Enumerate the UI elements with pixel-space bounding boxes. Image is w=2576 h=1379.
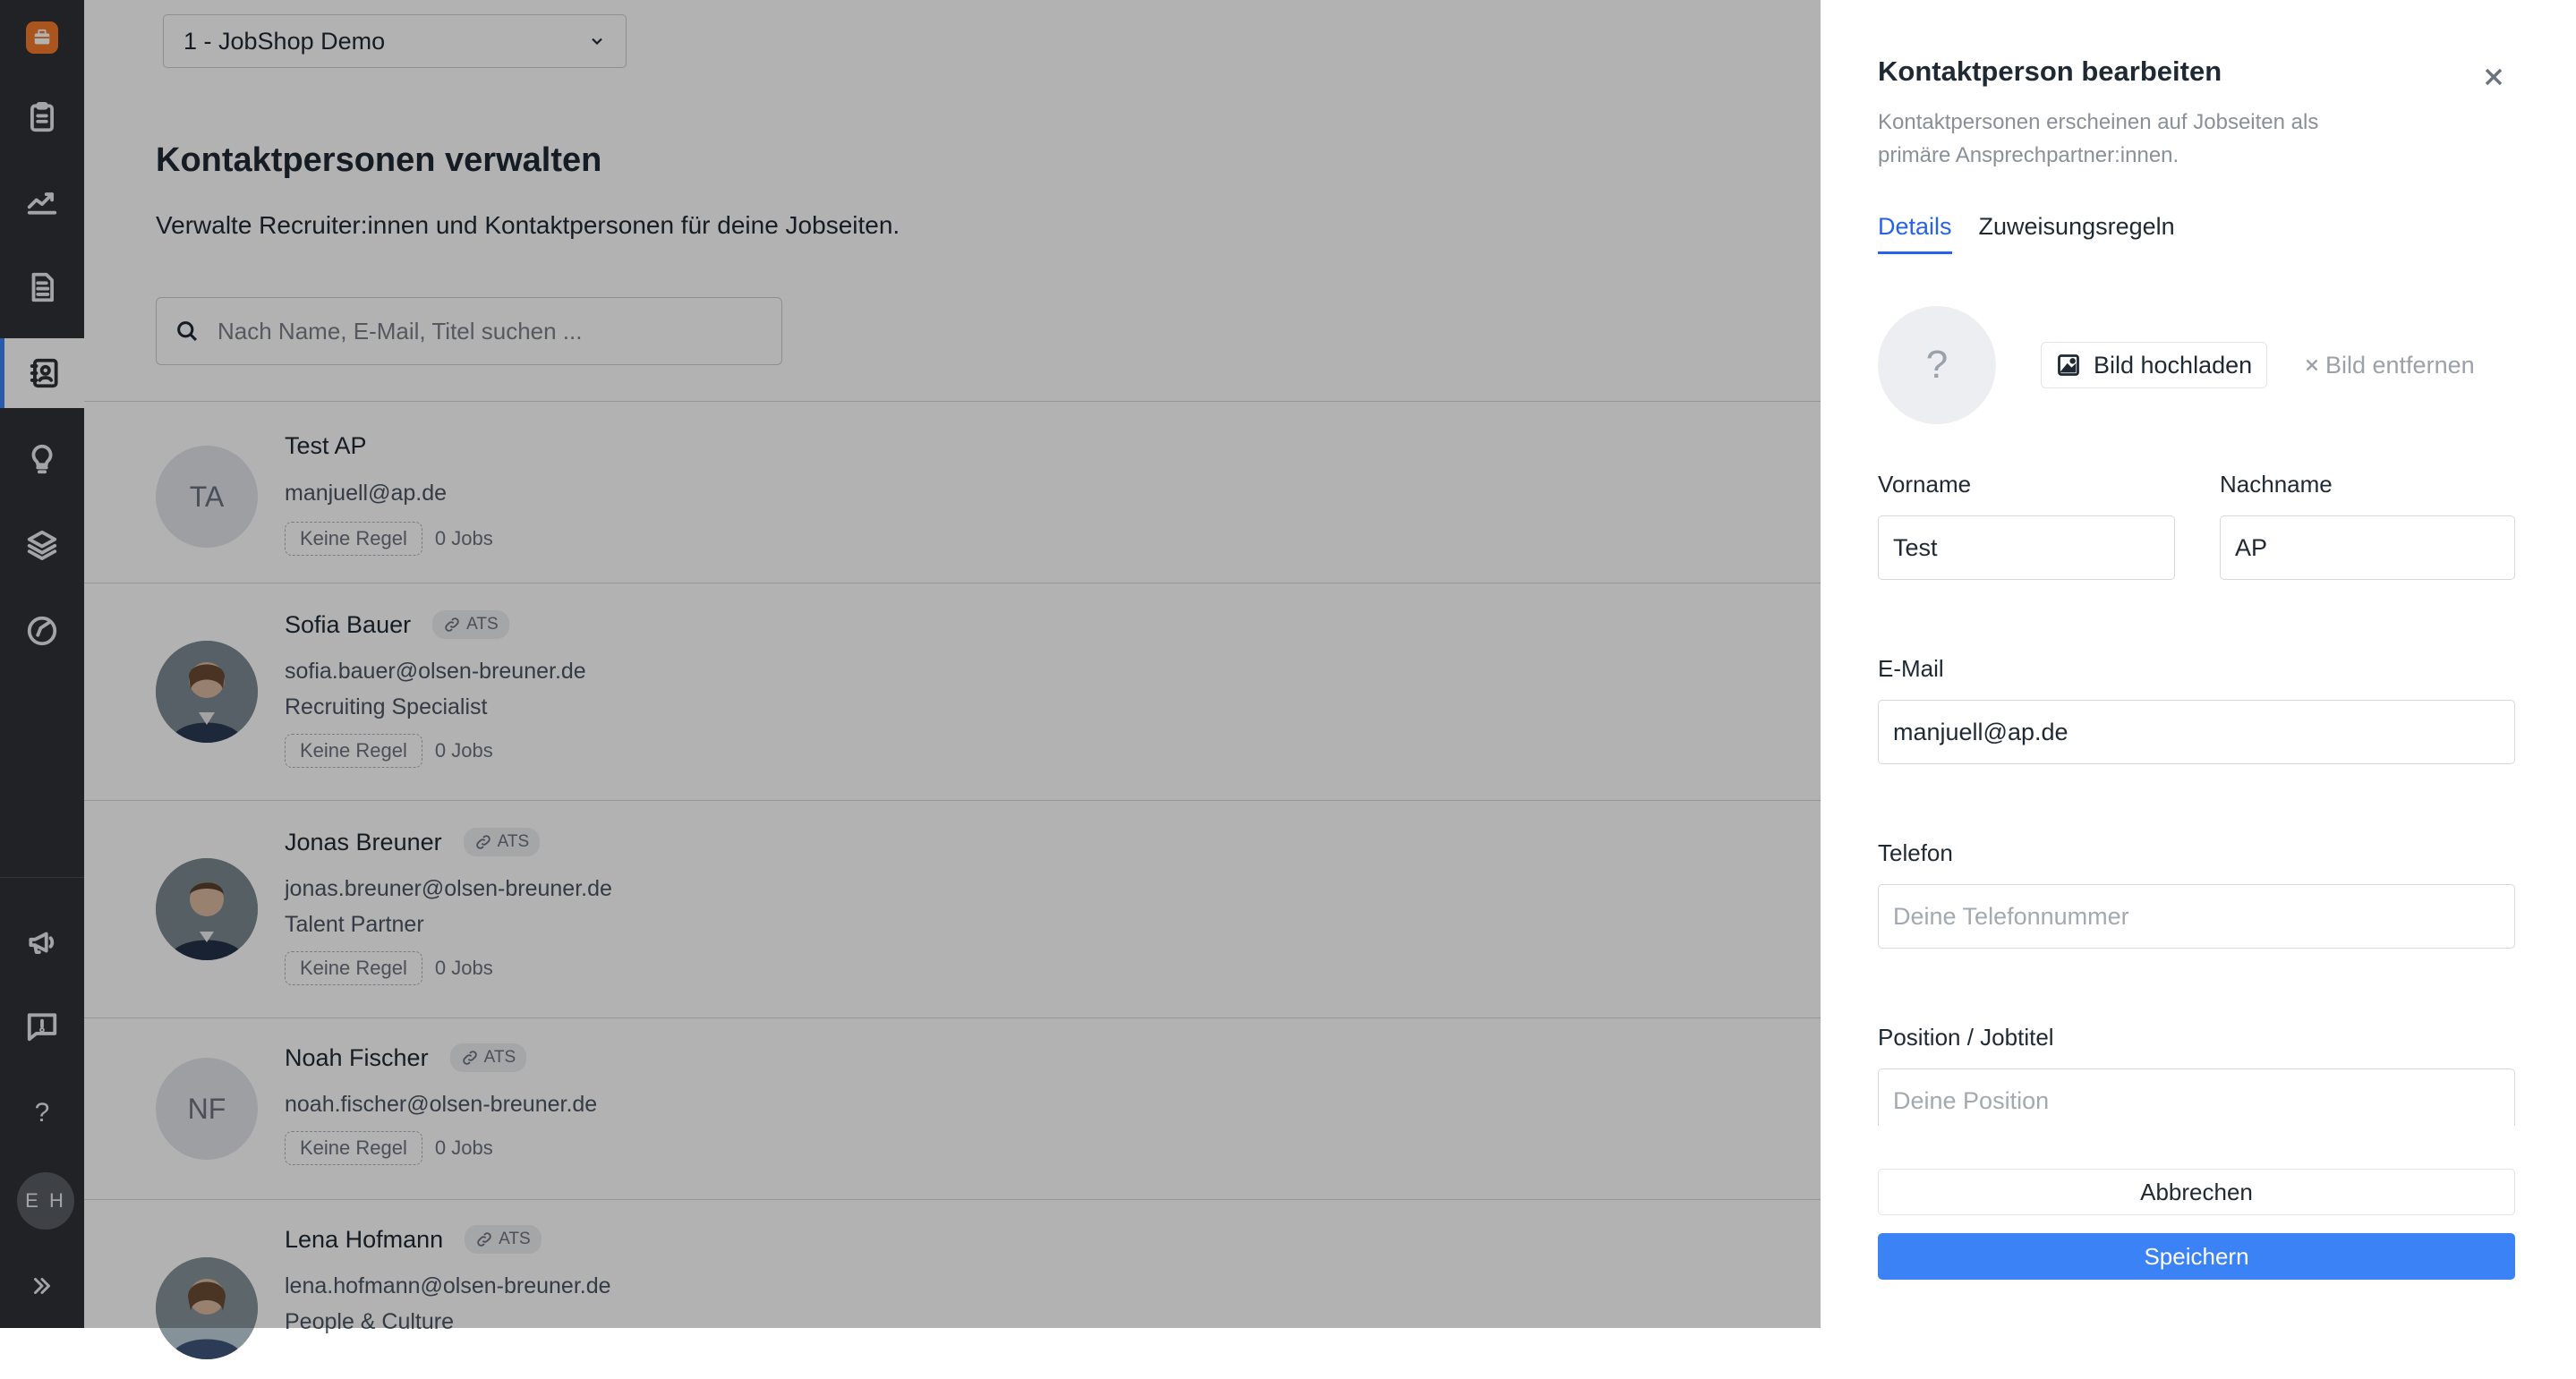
edit-contact-drawer: Kontaktperson bearbeiten Kontaktpersonen… (1821, 0, 2576, 1328)
nachname-label: Nachname (2220, 471, 2333, 498)
tab-zuweisungsregeln[interactable]: Zuweisungsregeln (1979, 213, 2175, 254)
position-input[interactable] (1878, 1068, 2515, 1133)
email-label: E-Mail (1878, 655, 1944, 682)
drawer-description: Kontaktpersonen erscheinen auf Jobseiten… (1878, 110, 2319, 167)
remove-image-button[interactable]: Bild entfernen (2302, 342, 2475, 388)
upload-image-button[interactable]: Bild hochladen (2041, 342, 2268, 388)
image-upload-icon (2058, 354, 2079, 376)
email-input[interactable] (1878, 700, 2515, 764)
position-label: Position / Jobtitel (1878, 1024, 2054, 1051)
tab-details[interactable]: Details (1878, 213, 1952, 254)
drawer-tabs: Details Zuweisungsregeln (1878, 213, 2202, 254)
save-button[interactable]: Speichern (1878, 1233, 2515, 1280)
modal-backdrop[interactable] (0, 0, 1821, 1328)
nachname-input[interactable] (2220, 515, 2515, 580)
close-button[interactable] (2479, 63, 2512, 95)
cancel-button[interactable]: Abbrechen (1878, 1169, 2515, 1215)
telefon-label: Telefon (1878, 839, 1953, 866)
scroll-fade (1856, 1126, 2555, 1162)
telefon-input[interactable] (1878, 884, 2515, 949)
close-icon (2306, 359, 2318, 371)
vorname-input[interactable] (1878, 515, 2175, 580)
contact-image-placeholder: ? (1878, 306, 1996, 424)
close-icon (2485, 68, 2503, 86)
drawer-title: Kontaktperson bearbeiten (1878, 55, 2222, 87)
vorname-label: Vorname (1878, 471, 1972, 498)
